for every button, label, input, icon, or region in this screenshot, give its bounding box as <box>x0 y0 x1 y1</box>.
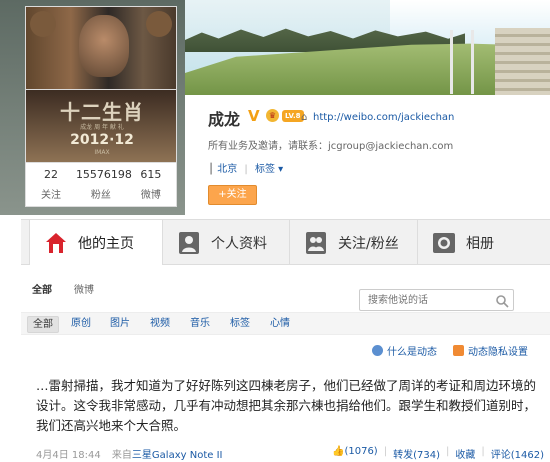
source-link[interactable]: 三星Galaxy Note II <box>132 450 223 461</box>
tab-label: 相册 <box>466 236 494 252</box>
people-icon <box>304 230 328 256</box>
post-line: 设计。这令我非常感动，几乎有冲动想把其余那六棟也捐给他们。跟学生和教授们道别时， <box>36 398 537 413</box>
location-row: ┃ 北京 | 标签 ▾ <box>208 160 283 175</box>
tab-profile[interactable]: 个人资料 <box>163 220 290 265</box>
poster-title: 十二生肖 <box>60 100 144 124</box>
stat-followers[interactable]: 15576198 粉丝 <box>75 163 132 206</box>
poster-imax: IMAX <box>94 149 110 156</box>
stat-value: 615 <box>140 168 162 181</box>
stat-value: 22 <box>43 168 58 181</box>
feed-subtabs: 全部 微博 <box>32 281 116 296</box>
post-text: …雷射掃描，我才知道为了好好陈列这四棟老房子，他们已经做了周详的考证和周边环境的… <box>36 376 544 436</box>
search-icon[interactable] <box>495 293 509 308</box>
location-pin-icon: ┃ <box>208 164 215 175</box>
tab-label: 他的主页 <box>78 236 134 252</box>
like-icon[interactable]: 👍 <box>332 446 344 461</box>
stat-value: 15576198 <box>75 168 132 181</box>
chevron-down-icon[interactable]: ▾ <box>278 164 283 175</box>
feed-tools: 什么是动态 动态隐私设置 <box>356 343 528 358</box>
post-source: 来自三星Galaxy Note II <box>112 450 223 461</box>
post-meta: 4月4日 18:44 来自三星Galaxy Note II 👍 (1076) |… <box>36 446 544 461</box>
post-line: …雷射掃描，我才知道为了好好陈列这四棟老房子，他们已经做了周详的考证和周边环境的 <box>36 378 537 393</box>
privacy-setting-link[interactable]: 动态隐私设置 <box>453 343 528 358</box>
avatar[interactable] <box>25 6 177 90</box>
tab-follows[interactable]: 关注/粉丝 <box>290 220 418 265</box>
feed-panel: 全部 微博 全部 原创 图片 视频 音乐 标签 心情 什么是动态 动态 <box>21 265 550 462</box>
profile-stats: 22 关注 15576198 粉丝 615 微博 <box>25 162 177 207</box>
like-count[interactable]: (1076) <box>344 446 377 461</box>
homepage-link[interactable]: http://weibo.com/jackiechan <box>313 112 454 123</box>
separator: | <box>383 446 388 457</box>
filter-original[interactable]: 原创 <box>66 316 96 333</box>
poster-date: 2012·12 <box>70 132 134 148</box>
filter-tag[interactable]: 标签 <box>225 316 255 333</box>
post-actions: 👍 (1076) | 转发(734) | 收藏 | 评论(1462) <box>332 446 544 461</box>
link-icon: ⌂ <box>301 112 308 123</box>
camera-icon <box>432 230 456 256</box>
subtab-weibo[interactable]: 微博 <box>74 281 94 296</box>
favorite-button[interactable]: 收藏 <box>455 446 475 461</box>
business-contact: 所有业务及邀请，请联系：jcgroup@jackiechan.com <box>208 141 454 152</box>
tab-home[interactable]: 他的主页 <box>29 220 163 266</box>
tab-label: 关注/粉丝 <box>338 236 399 252</box>
filter-all[interactable]: 全部 <box>27 316 59 333</box>
stat-label: 关注 <box>40 190 61 201</box>
home-icon <box>44 230 68 256</box>
tab-album[interactable]: 相册 <box>418 220 550 265</box>
filter-bar: 全部 原创 图片 视频 音乐 标签 心情 <box>21 312 550 335</box>
person-icon <box>177 230 201 256</box>
stat-following[interactable]: 22 关注 <box>26 163 76 206</box>
movie-poster[interactable]: 十二生肖 成龙 周 年 献 礼 2012·12 IMAX <box>25 90 177 162</box>
profile-nav: 他的主页 个人资料 关注/粉丝 相册 <box>21 219 550 266</box>
help-icon <box>372 345 383 356</box>
tab-label: 个人资料 <box>211 236 267 252</box>
what-is-link[interactable]: 什么是动态 <box>372 343 437 358</box>
comment-button[interactable]: 评论(1462) <box>491 446 544 461</box>
filter-image[interactable]: 图片 <box>105 316 135 333</box>
stat-label: 粉丝 <box>90 190 111 201</box>
cover-post <box>450 30 453 94</box>
separator: | <box>445 446 450 457</box>
what-is-label: 什么是动态 <box>387 347 437 358</box>
avatar-face <box>79 15 129 77</box>
filter-music[interactable]: 音乐 <box>185 316 215 333</box>
stat-label: 微博 <box>140 190 161 201</box>
feed-search <box>359 289 514 311</box>
filter-mood[interactable]: 心情 <box>265 316 295 333</box>
cover-steps <box>495 28 550 98</box>
crown-icon[interactable]: ♛ <box>266 109 279 122</box>
bear-statue-left <box>30 11 56 37</box>
cover-post <box>471 30 474 94</box>
poster-subtitle: 成龙 周 年 献 礼 <box>80 124 124 131</box>
verified-badge[interactable]: V <box>248 107 260 125</box>
privacy-setting-label: 动态隐私设置 <box>468 347 528 358</box>
profile-page: 十二生肖 成龙 周 年 献 礼 2012·12 IMAX 22 关注 15576… <box>0 0 550 462</box>
filter-video[interactable]: 视频 <box>145 316 175 333</box>
bear-statue-right <box>146 11 172 37</box>
separator: | <box>481 446 485 457</box>
post-line: 我们还高兴地来个大合照。 <box>36 418 187 433</box>
follow-button[interactable]: +关注 <box>208 185 257 205</box>
separator: | <box>244 164 248 175</box>
repost-button[interactable]: 转发(734) <box>393 446 440 461</box>
profile-name: 成龙 <box>208 110 241 129</box>
filter-icon <box>453 345 464 356</box>
post-time[interactable]: 4月4日 18:44 <box>36 450 101 461</box>
source-prefix: 来自 <box>111 450 132 461</box>
tag-link[interactable]: 标签 <box>255 164 275 175</box>
profile-info: 成龙 V ♛ LV.8 ⌂ http://weibo.com/jackiecha… <box>208 106 548 206</box>
location-link[interactable]: 北京 <box>217 164 237 175</box>
stat-posts[interactable]: 615 微博 <box>126 163 176 206</box>
subtab-all[interactable]: 全部 <box>32 281 52 296</box>
search-input[interactable] <box>360 290 490 310</box>
